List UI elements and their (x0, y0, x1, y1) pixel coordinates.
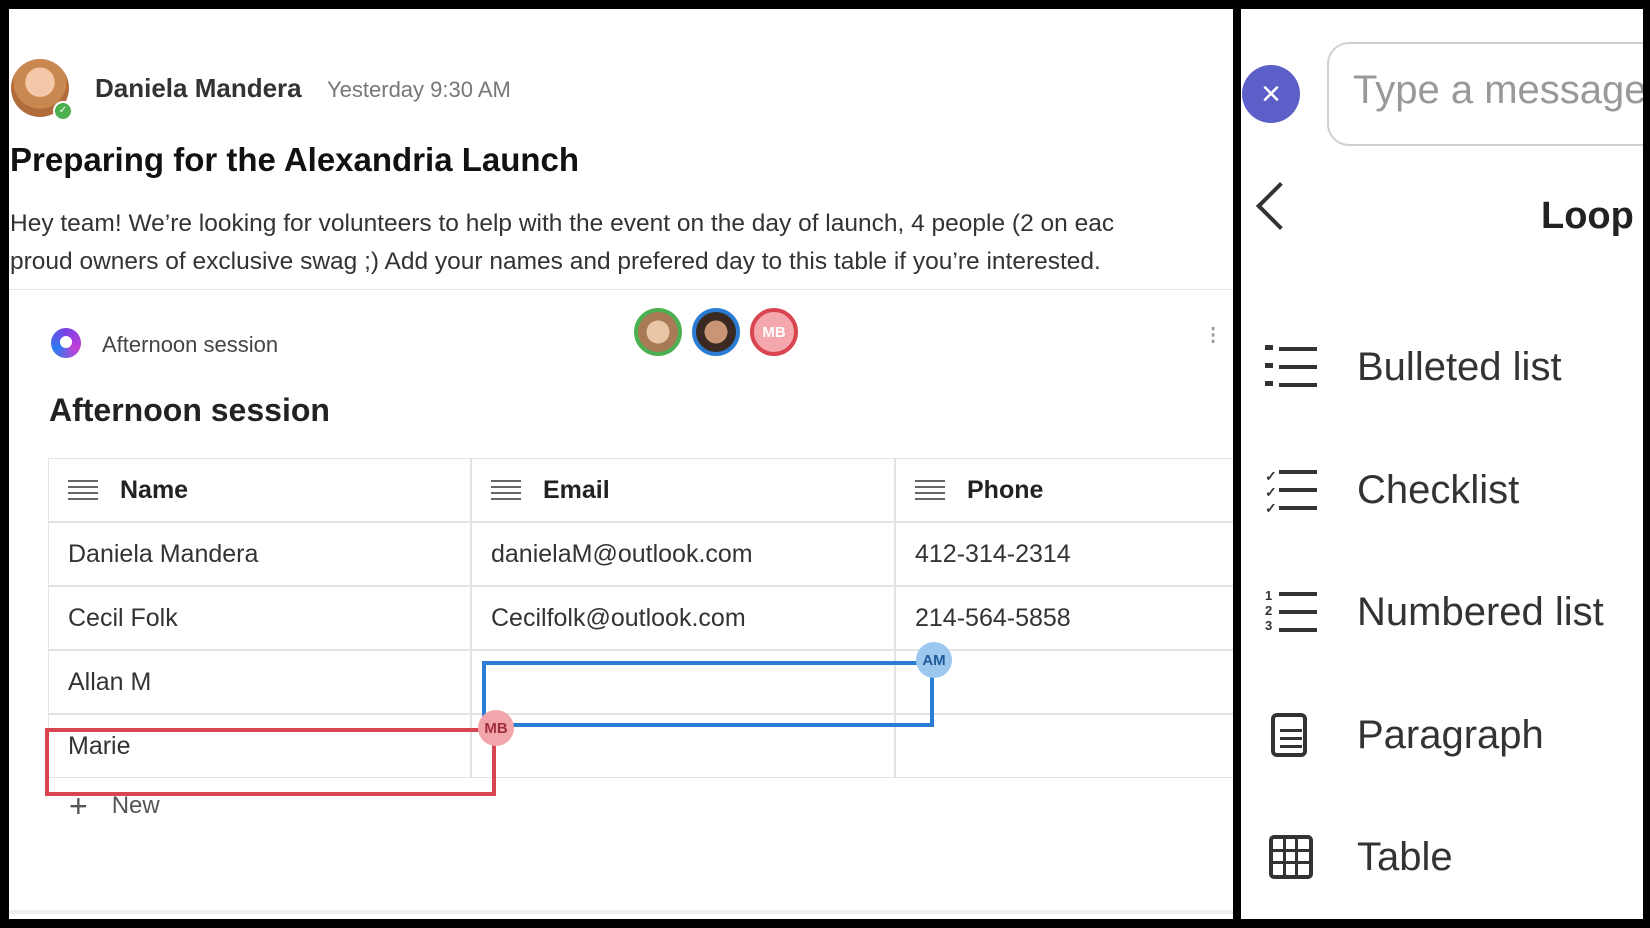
loop-component-label[interactable]: Afternoon session (102, 332, 278, 358)
loop-component-card: Afternoon session MB ⁝ Afternoon session… (9, 289, 1233, 914)
menu-item-bulleted-list[interactable]: Bulleted list (1265, 332, 1562, 402)
bulleted-list-icon (1265, 345, 1319, 389)
text-column-icon (68, 480, 98, 500)
column-header-email[interactable]: Email (471, 458, 895, 522)
table-cell[interactable]: Cecil Folk (48, 586, 471, 650)
collaborator-avatar[interactable] (692, 308, 740, 356)
column-header-phone[interactable]: Phone (895, 458, 1233, 522)
menu-item-paragraph[interactable]: Paragraph (1265, 700, 1544, 770)
cursor-tag-am: AM (916, 642, 952, 678)
checklist-icon: ✓ ✓ ✓ (1265, 468, 1319, 516)
collaborator-selection-mb (45, 728, 496, 796)
post-title: Preparing for the Alexandria Launch (10, 141, 580, 178)
more-options-icon[interactable]: ⁝ (1209, 320, 1217, 351)
table-icon (1265, 835, 1319, 879)
post-body-line: proud owners of exclusive swag ;) Add yo… (10, 248, 1101, 275)
collaborator-avatar[interactable] (634, 308, 682, 356)
message-input[interactable]: Type a message (1327, 42, 1643, 146)
loop-logo-icon (51, 328, 81, 358)
cursor-tag-mb: MB (478, 710, 514, 746)
column-header-name[interactable]: Name (48, 458, 471, 522)
new-row-label: New (111, 792, 160, 819)
post-author[interactable]: Daniela Mandera (95, 73, 302, 104)
menu-item-label: Table (1357, 834, 1453, 879)
paragraph-icon (1265, 713, 1319, 757)
collaborator-selection-am (482, 661, 934, 727)
table-cell[interactable] (895, 714, 1233, 778)
back-arrow-icon[interactable] (1255, 181, 1305, 231)
collaborator-avatar[interactable]: MB (750, 308, 798, 356)
menu-item-numbered-list[interactable]: 123 Numbered list (1265, 577, 1604, 647)
menu-item-label: Bulleted list (1357, 344, 1562, 389)
menu-item-table[interactable]: Table (1265, 822, 1453, 892)
post-body-line: Hey team! We’re looking for volunteers t… (10, 210, 1115, 237)
post-timestamp: Yesterday 9:30 AM (327, 77, 511, 102)
table-cell[interactable]: Cecilfolk@outlook.com (471, 586, 895, 650)
text-column-icon (491, 480, 521, 500)
loop-insert-panel: × Type a message Loop Bulleted list ✓ ✓ ✓ … (1241, 9, 1643, 919)
numbered-list-icon: 123 (1265, 588, 1319, 634)
panel-title: Loop (1541, 195, 1634, 237)
table-cell[interactable]: 412-314-2314 (895, 522, 1233, 586)
table-cell[interactable]: Daniela Mandera (48, 522, 471, 586)
close-button[interactable]: × (1242, 65, 1300, 123)
text-column-icon (915, 480, 945, 500)
table-cell[interactable]: danielaM@outlook.com (471, 522, 895, 586)
table-cell[interactable]: Allan M (48, 650, 471, 714)
table-cell[interactable]: 214-564-5858 (895, 586, 1233, 650)
section-title: Afternoon session (49, 392, 330, 428)
presence-available-icon: ✓ (53, 101, 73, 121)
menu-item-label: Checklist (1357, 467, 1520, 512)
post-body: Hey team! We’re looking for volunteers t… (10, 205, 1114, 281)
menu-item-label: Paragraph (1357, 712, 1544, 757)
menu-item-checklist[interactable]: ✓ ✓ ✓ Checklist (1265, 455, 1519, 525)
menu-item-label: Numbered list (1357, 589, 1604, 634)
